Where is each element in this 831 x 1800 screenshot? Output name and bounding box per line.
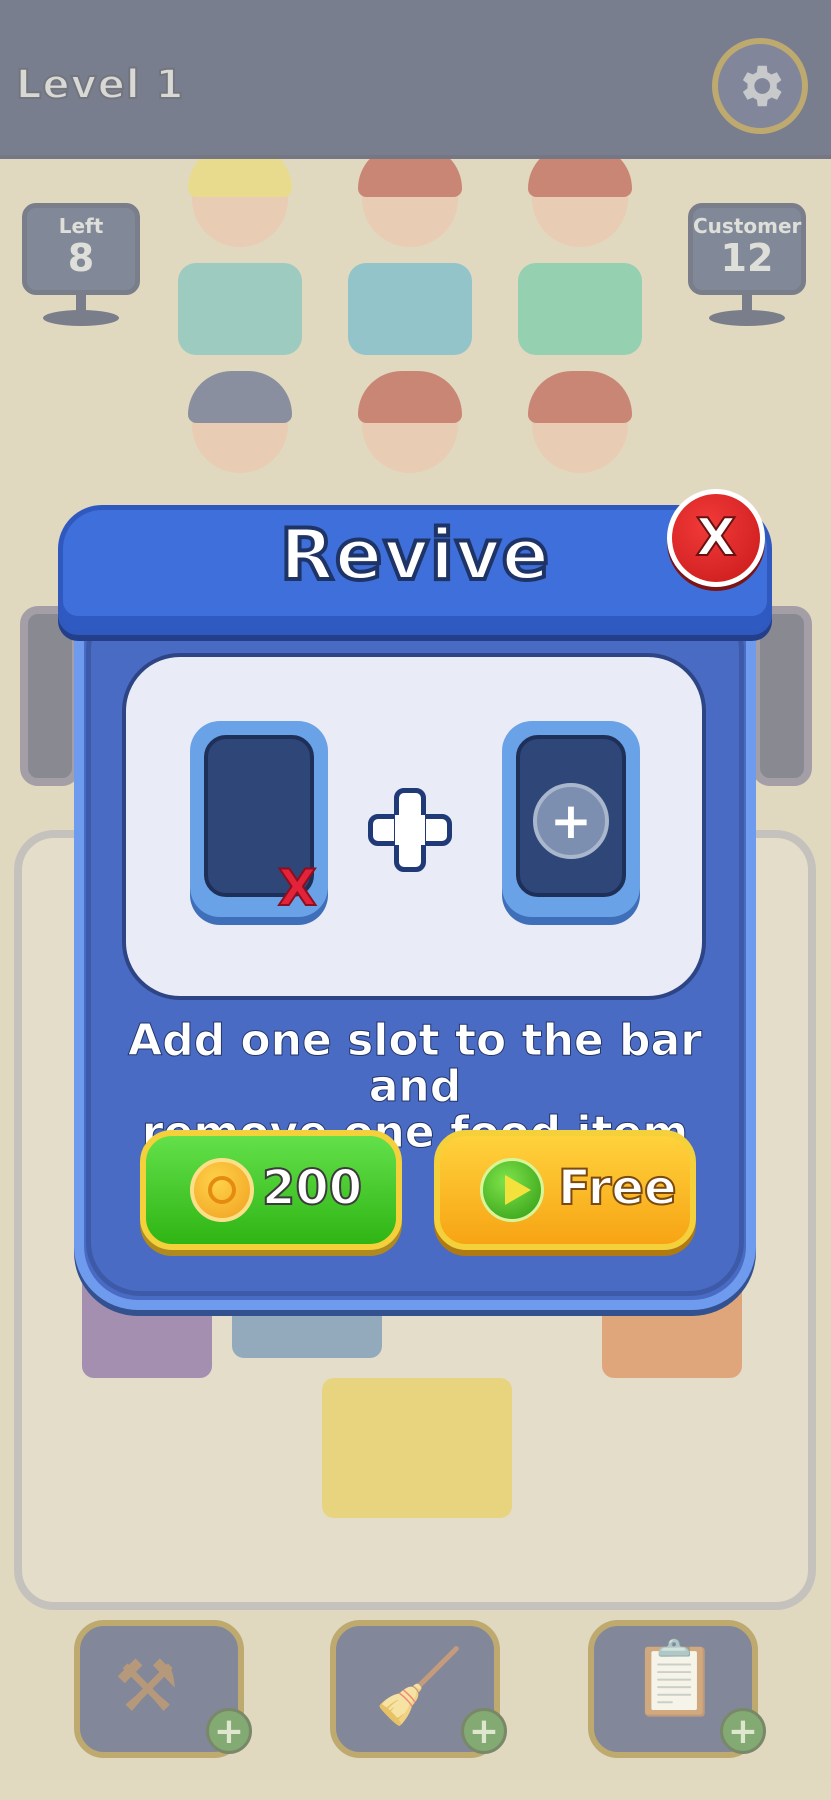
- description-line-1: Add one slot to the bar and: [128, 1015, 703, 1112]
- free-label: Free: [557, 1159, 677, 1217]
- slot-preview-panel: X +: [122, 653, 706, 1000]
- coin-price-label: 200: [261, 1159, 363, 1217]
- plus-icon: [368, 788, 452, 872]
- coin-icon: [190, 1158, 254, 1222]
- free-revive-button[interactable]: Free: [434, 1130, 696, 1250]
- new-slot: +: [502, 721, 640, 917]
- play-video-icon: [480, 1158, 544, 1222]
- coin-revive-button[interactable]: 200: [140, 1130, 402, 1250]
- removed-slot: X: [190, 721, 328, 918]
- close-button[interactable]: X: [667, 489, 765, 587]
- close-icon: X: [695, 507, 737, 569]
- remove-x-icon: X: [277, 858, 318, 918]
- add-slot-icon: +: [533, 783, 609, 859]
- dialog-title: Revive: [278, 512, 551, 598]
